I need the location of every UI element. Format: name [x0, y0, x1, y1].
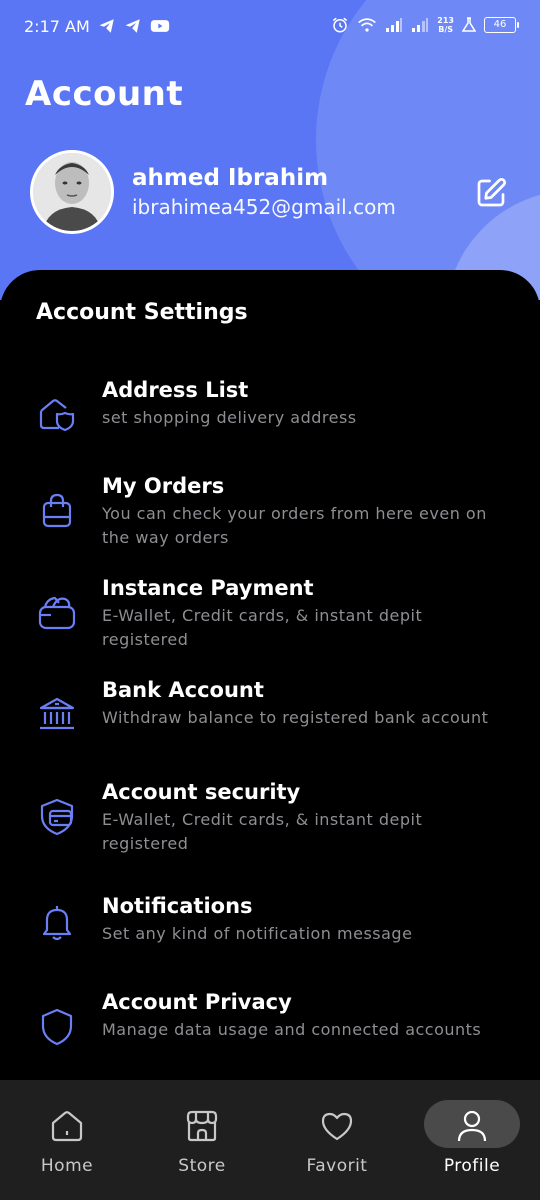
signal-icon: [412, 18, 429, 32]
bag-icon: [36, 490, 78, 532]
menu-text: Address List set shopping delivery addre…: [102, 378, 502, 430]
menu-text: Bank Account Withdraw balance to registe…: [102, 678, 502, 730]
telegram-icon: [99, 19, 114, 33]
profile-text: ahmed Ibrahim ibrahimea452@gmail.com: [132, 165, 396, 219]
heart-icon: [317, 1106, 357, 1146]
alarm-icon: [333, 17, 348, 33]
avatar-portrait: [33, 153, 111, 231]
nav-label: Profile: [443, 1156, 501, 1176]
flask-icon: [462, 17, 476, 32]
battery-indicator: 46: [484, 17, 519, 33]
menu-desc: Withdraw balance to registered bank acco…: [102, 708, 489, 727]
user-name: ahmed Ibrahim: [132, 165, 329, 191]
wallet-icon: [36, 592, 78, 634]
menu-text: Instance Payment E-Wallet, Credit cards,…: [102, 576, 502, 652]
user-icon: [452, 1106, 492, 1146]
menu-text: My Orders You can check your orders from…: [102, 474, 502, 550]
home-icon: [47, 1106, 87, 1146]
menu-desc: set shopping delivery address: [102, 408, 357, 427]
edit-icon: [477, 177, 507, 207]
menu-text: Notifications Set any kind of notificati…: [102, 894, 502, 946]
status-time: 2:17 AM: [24, 17, 90, 36]
bank-icon: [36, 694, 78, 736]
notification-icons: [98, 17, 170, 35]
user-email: ibrahimea452@gmail.com: [132, 195, 396, 219]
youtube-icon: [150, 20, 170, 32]
profile-summary: ahmed Ibrahim ibrahimea452@gmail.com: [30, 150, 396, 234]
shield-icon: [36, 1006, 78, 1048]
menu-title: Account security: [102, 780, 301, 804]
bell-icon: [36, 902, 78, 944]
menu-title: Notifications: [102, 894, 253, 918]
menu-desc: Set any kind of notification message: [102, 924, 413, 943]
telegram-icon: [125, 19, 140, 33]
avatar[interactable]: [30, 150, 114, 234]
page-title: Account: [25, 74, 184, 114]
security-card-icon: [36, 796, 78, 838]
nav-label: Favorit: [306, 1156, 368, 1176]
menu-desc: Manage data usage and connected accounts: [102, 1020, 482, 1039]
bottom-navigation: Home Store Favorit Profile: [0, 1080, 540, 1200]
menu-title: My Orders: [102, 474, 225, 498]
nav-home[interactable]: Home: [17, 1100, 117, 1180]
menu-desc: You can check your orders from here even…: [102, 504, 487, 547]
account-header: 2:17 AM 213 B/S 46 Account ahmed Ibrahim…: [0, 0, 540, 300]
store-icon: [182, 1106, 222, 1146]
menu-title: Bank Account: [102, 678, 264, 702]
status-right-icons: 213 B/S 46: [331, 16, 519, 34]
wifi-icon: [358, 18, 377, 32]
status-bar: 2:17 AM 213 B/S 46: [0, 0, 540, 56]
menu-text: Account security E-Wallet, Credit cards,…: [102, 780, 502, 856]
home-location-icon: [36, 394, 78, 436]
menu-desc: E-Wallet, Credit cards, & instant depit …: [102, 810, 423, 853]
signal-icon: [386, 18, 403, 32]
nav-favorit[interactable]: Favorit: [287, 1100, 387, 1180]
menu-title: Account Privacy: [102, 990, 292, 1014]
edit-profile-button[interactable]: [472, 174, 510, 212]
menu-desc: E-Wallet, Credit cards, & instant depit …: [102, 606, 423, 649]
network-speed: 213 B/S: [437, 16, 454, 34]
nav-label: Home: [40, 1156, 94, 1176]
account-settings-panel: Account Settings Address List set shoppi…: [0, 270, 540, 1080]
nav-store[interactable]: Store: [152, 1100, 252, 1180]
nav-profile[interactable]: Profile: [422, 1100, 522, 1180]
section-title: Account Settings: [36, 300, 248, 325]
menu-title: Instance Payment: [102, 576, 314, 600]
nav-label: Store: [178, 1156, 226, 1176]
menu-text: Account Privacy Manage data usage and co…: [102, 990, 502, 1042]
menu-title: Address List: [102, 378, 249, 402]
